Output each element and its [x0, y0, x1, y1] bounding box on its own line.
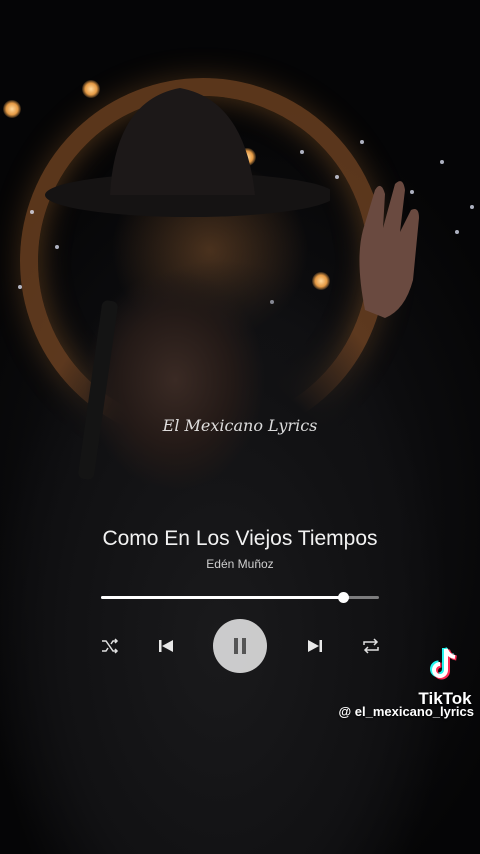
pause-icon [234, 638, 246, 654]
cowboy-hat [45, 88, 330, 217]
sparkle [360, 140, 364, 144]
stage-bulb [3, 100, 21, 118]
shuffle-icon [102, 638, 119, 654]
tiktok-watermark: TikTok [410, 645, 480, 709]
song-title: Como En Los Viejos Tiempos [102, 527, 378, 550]
tiktok-logo-icon [430, 647, 457, 680]
progress-bar[interactable] [101, 592, 379, 603]
repeat-icon [363, 638, 379, 654]
skip-next-icon [308, 640, 322, 652]
shuffle-button[interactable] [99, 635, 121, 657]
next-button[interactable] [304, 635, 326, 657]
watermark-script: El Mexicano Lyrics [162, 416, 318, 435]
microphone [78, 300, 118, 480]
previous-button[interactable] [155, 635, 177, 657]
artist-name: Edén Muñoz [206, 557, 274, 571]
pause-button[interactable] [213, 619, 267, 673]
raised-hand [359, 181, 419, 318]
skip-previous-icon [159, 640, 173, 652]
creator-handle: @ el_mexicano_lyrics [338, 704, 474, 719]
progress-fill [101, 596, 343, 599]
progress-thumb[interactable] [337, 592, 349, 603]
repeat-button[interactable] [360, 635, 382, 657]
